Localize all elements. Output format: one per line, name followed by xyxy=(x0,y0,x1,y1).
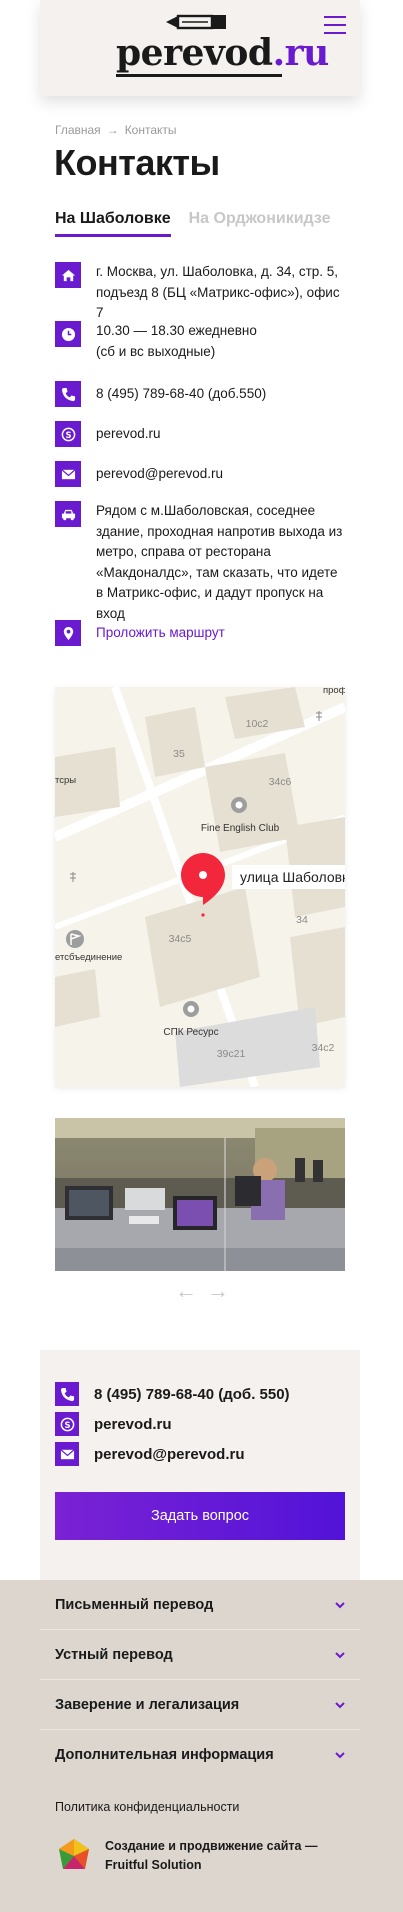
footer-section-label: Письменный перевод xyxy=(55,1596,214,1613)
cb-phone[interactable]: 8 (495) 789-68-40 (доб. 550) xyxy=(94,1386,290,1403)
skype-row: S perevod.ru xyxy=(55,421,346,447)
footer-section-oral[interactable]: Устный перевод xyxy=(40,1630,360,1680)
office-photo xyxy=(55,1118,345,1271)
route-link[interactable]: Проложить маршрут xyxy=(96,620,346,646)
footer-section-label: Заверение и легализация xyxy=(55,1696,240,1713)
svg-text:S: S xyxy=(65,429,71,439)
gallery-arrows: ← → xyxy=(175,1280,229,1302)
hours-line2: (сб и вс выходные) xyxy=(96,343,216,359)
site-logo[interactable]: perevod.ru xyxy=(116,14,329,78)
fruitful-logo-icon xyxy=(59,1839,89,1869)
phone-icon xyxy=(55,1382,79,1406)
map-label-fine-english: Fine English Club xyxy=(201,823,280,834)
map-label-tsobedinenie: етсбъединение xyxy=(55,952,122,963)
logo-wordmark: perevod.ru xyxy=(116,32,329,74)
map-label-street: улица Шаболовк xyxy=(240,869,345,885)
map-label-34: 34 xyxy=(296,914,308,926)
mail-icon xyxy=(55,461,81,487)
location-tabs: На Шаболовке На Орджоникидзе xyxy=(55,210,331,237)
footer-section-written[interactable]: Письменный перевод xyxy=(40,1580,360,1630)
footer-section-label: Дополнительная информация xyxy=(55,1747,274,1763)
cb-email[interactable]: perevod@perevod.ru xyxy=(94,1446,245,1463)
arrow-left-icon[interactable]: ← xyxy=(175,1280,197,1302)
map-label-tsry: тсры xyxy=(55,775,76,786)
cb-email-row: perevod@perevod.ru xyxy=(55,1442,245,1466)
breadcrumb-home[interactable]: Главная xyxy=(55,123,101,137)
skype-icon: S xyxy=(55,421,81,447)
home-icon xyxy=(55,262,81,288)
breadcrumb-current: Контакты xyxy=(124,123,177,137)
ask-question-button[interactable]: Задать вопрос xyxy=(55,1492,345,1540)
mail-icon xyxy=(55,1442,79,1466)
svg-text:S: S xyxy=(64,1419,70,1429)
address-text: г. Москва, ул. Шаболовка, д. 34, стр. 5,… xyxy=(96,264,340,320)
hours-line1: 10.30 — 18.30 ежедневно xyxy=(96,323,257,338)
map-pin-icon xyxy=(55,620,81,646)
chevron-down-icon xyxy=(335,1601,345,1608)
map-label-spk: СПК Ресурс xyxy=(163,1027,218,1038)
phone-text[interactable]: 8 (495) 789-68-40 (доб.550) xyxy=(96,381,346,407)
page-title: Контакты xyxy=(54,142,220,183)
map-label-10c2: 10с2 xyxy=(246,718,269,730)
address-row: г. Москва, ул. Шаболовка, д. 34, стр. 5,… xyxy=(55,262,346,324)
chevron-down-icon xyxy=(335,1651,345,1658)
map-label-34c6: 34с6 xyxy=(269,776,292,788)
hours-text: 10.30 — 18.30 ежедневно (сб и вс выходны… xyxy=(96,321,346,362)
skype-icon: S xyxy=(55,1412,79,1436)
tab-shabolovka[interactable]: На Шаболовке xyxy=(55,210,171,237)
clock-icon xyxy=(55,321,81,347)
map-label-39c21: 39с21 xyxy=(217,1048,246,1060)
location-map[interactable]: 35 10с2 34с6 Fine English Club улица Шаб… xyxy=(55,687,345,1087)
arrow-right-icon[interactable]: → xyxy=(207,1280,229,1302)
breadcrumb-arrow-icon: → xyxy=(106,123,119,137)
developer-credit[interactable]: Создание и продвижение сайта — Fruitful … xyxy=(55,1837,335,1875)
hours-row: 10.30 — 18.30 ежедневно (сб и вс выходны… xyxy=(55,321,346,362)
breadcrumb: Главная → Контакты xyxy=(55,123,177,137)
phone-row: 8 (495) 789-68-40 (доб.550) xyxy=(55,381,346,407)
chevron-down-icon xyxy=(335,1752,345,1759)
logo-underline xyxy=(116,74,282,77)
directions-row: Рядом с м.Шаболовская, соседнее здание, … xyxy=(55,501,346,624)
map-label-34c2: 34с2 xyxy=(312,1042,335,1054)
map-label-profs: профс xyxy=(323,687,345,696)
logo-tld: .ru xyxy=(272,32,330,74)
skype-text[interactable]: perevod.ru xyxy=(96,421,346,447)
site-footer: Письменный перевод Устный перевод Завере… xyxy=(0,1580,403,1912)
site-header: perevod.ru xyxy=(40,0,360,96)
privacy-policy-link[interactable]: Политика конфиденциальности xyxy=(55,1800,239,1814)
logo-main: perevod xyxy=(116,32,273,74)
email-text[interactable]: perevod@perevod.ru xyxy=(96,461,346,487)
car-icon xyxy=(55,501,81,527)
map-label-34c5: 34с5 xyxy=(169,933,192,945)
footer-section-label: Устный перевод xyxy=(55,1646,173,1663)
route-row: Проложить маршрут xyxy=(55,620,346,646)
directions-text: Рядом с м.Шаболовская, соседнее здание, … xyxy=(96,503,343,621)
chevron-down-icon xyxy=(335,1701,345,1708)
email-row: perevod@perevod.ru xyxy=(55,461,346,487)
developer-credit-text: Создание и продвижение сайта — Fruitful … xyxy=(105,1839,318,1872)
contact-box: 8 (495) 789-68-40 (доб. 550) S perevod.r… xyxy=(40,1350,360,1580)
cb-skype-row: S perevod.ru xyxy=(55,1412,172,1436)
hamburger-icon[interactable] xyxy=(324,16,346,34)
pen-icon xyxy=(166,14,226,30)
footer-section-additional[interactable]: Дополнительная информация xyxy=(40,1730,360,1780)
cb-skype[interactable]: perevod.ru xyxy=(94,1416,172,1433)
phone-icon xyxy=(55,381,81,407)
cb-phone-row: 8 (495) 789-68-40 (доб. 550) xyxy=(55,1382,290,1406)
footer-section-legalization[interactable]: Заверение и легализация xyxy=(40,1680,360,1730)
map-label-35: 35 xyxy=(173,748,185,760)
tab-ordzhonikidze[interactable]: На Орджоникидзе xyxy=(189,210,331,237)
